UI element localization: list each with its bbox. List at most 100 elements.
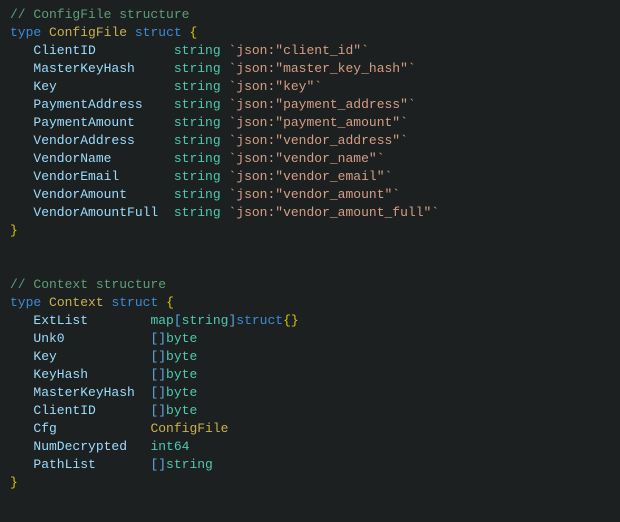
keyword-struct: struct [135,25,182,40]
struct-field-line: PaymentAmount string `json:"payment_amou… [10,114,610,132]
field-name: KeyHash [33,367,88,382]
comment-line: // Context structure [10,276,610,294]
struct-field-line: KeyHash []byte [10,366,610,384]
keyword-map: map [150,313,173,328]
field-name: PaymentAddress [33,97,142,112]
field-name: Cfg [33,421,56,436]
field-name: VendorEmail [33,169,119,184]
field-type: string [174,151,221,166]
field-name: VendorAddress [33,133,134,148]
field-name: ExtList [33,313,88,328]
struct-field-line: VendorAmount string `json:"vendor_amount… [10,186,610,204]
brace-close: } [10,475,18,490]
comment: // ConfigFile structure [10,7,189,22]
struct-field-line: VendorAddress string `json:"vendor_addre… [10,132,610,150]
slice-brackets: [] [150,331,166,346]
field-name: MasterKeyHash [33,61,134,76]
struct2-fields: ExtList map[string]struct{} Unk0 []byte … [10,312,610,474]
struct-field-line: Cfg ConfigFile [10,420,610,438]
struct1-fields: ClientID string `json:"client_id"` Maste… [10,42,610,222]
field-name: VendorAmountFull [33,205,158,220]
field-tag: `json:"payment_amount"` [228,115,407,130]
field-type: byte [166,349,197,364]
field-type: string [174,79,221,94]
comment: // Context structure [10,277,166,292]
field-name: VendorName [33,151,111,166]
slice-brackets: [] [150,457,166,472]
field-tag: `json:"payment_address"` [228,97,415,112]
brace-close-line: } [10,222,610,240]
blank-line [10,240,610,258]
field-tag: `json:"key"` [228,79,322,94]
field-type: string [174,205,221,220]
code-block: // ConfigFile structure type ConfigFile … [0,0,620,498]
brace-close-line: } [10,474,610,492]
field-name: MasterKeyHash [33,385,134,400]
field-type: string [174,97,221,112]
field-type: string [174,43,221,58]
struct-field-line: Unk0 []byte [10,330,610,348]
field-name: Key [33,79,56,94]
struct-field-line: ClientID string `json:"client_id"` [10,42,610,60]
empty-braces: {} [283,313,299,328]
brace-close: } [10,223,18,238]
field-tag: `json:"client_id"` [228,43,368,58]
field-name: PathList [33,457,95,472]
field-type: byte [166,403,197,418]
field-name: NumDecrypted [33,439,127,454]
keyword-struct: struct [236,313,283,328]
field-type: string [174,115,221,130]
struct-field-line: PaymentAddress string `json:"payment_add… [10,96,610,114]
slice-brackets: [] [150,349,166,364]
struct-field-line: MasterKeyHash []byte [10,384,610,402]
field-name: Unk0 [33,331,64,346]
map-key-type: string [182,313,229,328]
struct-field-line: MasterKeyHash string `json:"master_key_h… [10,60,610,78]
field-name: VendorAmount [33,187,127,202]
slice-brackets: [] [150,367,166,382]
field-tag: `json:"vendor_address"` [228,133,407,148]
bracket-open: [ [174,313,182,328]
brace-open: { [189,25,197,40]
field-type: string [174,169,221,184]
struct-decl-line: type Context struct { [10,294,610,312]
slice-brackets: [] [150,385,166,400]
field-name: PaymentAmount [33,115,134,130]
field-tag: `json:"vendor_amount_full"` [228,205,439,220]
field-type: int64 [150,439,189,454]
struct-field-line: VendorAmountFull string `json:"vendor_am… [10,204,610,222]
type-name: Context [49,295,104,310]
field-type: string [174,61,221,76]
field-name: ClientID [33,403,95,418]
field-name: Key [33,349,56,364]
struct-field-line: VendorName string `json:"vendor_name"` [10,150,610,168]
slice-brackets: [] [150,403,166,418]
field-tag: `json:"vendor_amount"` [228,187,400,202]
field-type: string [174,133,221,148]
field-tag: `json:"vendor_name"` [228,151,384,166]
struct-field-line: PathList []string [10,456,610,474]
field-tag: `json:"vendor_email"` [228,169,392,184]
field-type: byte [166,385,197,400]
field-type: byte [166,331,197,346]
struct-field-line: NumDecrypted int64 [10,438,610,456]
field-type: string [174,187,221,202]
keyword-type: type [10,25,41,40]
brace-open: { [166,295,174,310]
struct-field-line: Key string `json:"key"` [10,78,610,96]
struct-field-line: VendorEmail string `json:"vendor_email"` [10,168,610,186]
field-type: ConfigFile [150,421,228,436]
struct-decl-line: type ConfigFile struct { [10,24,610,42]
blank-line [10,258,610,276]
struct-field-line: Key []byte [10,348,610,366]
field-tag: `json:"master_key_hash"` [228,61,415,76]
comment-line: // ConfigFile structure [10,6,610,24]
struct-field-line: ExtList map[string]struct{} [10,312,610,330]
field-type: string [166,457,213,472]
struct-field-line: ClientID []byte [10,402,610,420]
field-name: ClientID [33,43,95,58]
keyword-struct: struct [111,295,158,310]
field-type: byte [166,367,197,382]
type-name: ConfigFile [49,25,127,40]
keyword-type: type [10,295,41,310]
